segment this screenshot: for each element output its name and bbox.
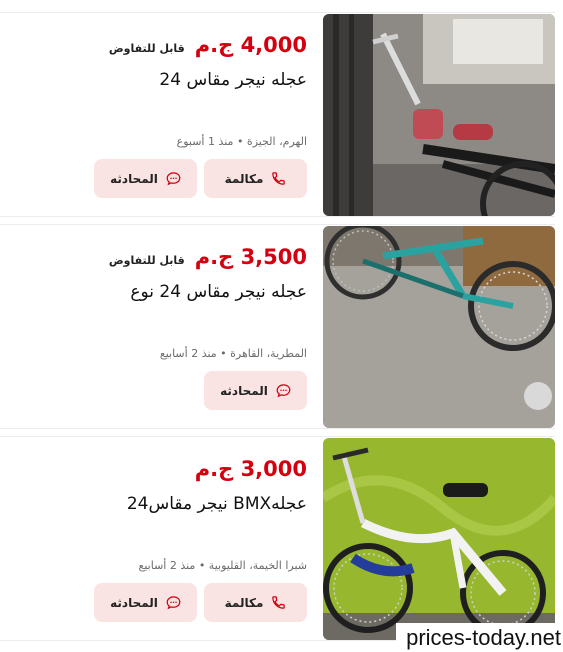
listing-card[interactable]: 3,000 ج.م عجلهBMX نيجر مقاس24 شبرا الخيم… (0, 436, 555, 641)
call-label: مكالمة (224, 171, 264, 186)
price: 4,000 ج.م (194, 33, 307, 57)
price: 3,000 ج.م (194, 457, 307, 481)
negotiable-label: قابل للتفاوض (108, 42, 185, 55)
listing-info: 3,500 ج.م قابل للتفاوض عجله نيجر مقاس 24… (0, 225, 315, 428)
listing-title[interactable]: عجله نيجر مقاس 24 (159, 70, 307, 90)
listing-image[interactable] (323, 14, 555, 216)
call-button[interactable]: مكالمة (204, 583, 307, 622)
call-label: مكالمة (224, 595, 264, 610)
chat-label: المحادثه (110, 595, 158, 610)
listing-card[interactable]: 4,000 ج.م قابل للتفاوض عجله نيجر مقاس 24… (0, 12, 555, 217)
location-time: شبرا الخيمة، القليوبية • منذ 2 أسابيع (138, 559, 307, 572)
location-time: الهرم، الجيزة • منذ 1 أسبوع (176, 135, 307, 148)
chat-bubble-icon (166, 595, 181, 610)
listing-card[interactable]: 3,500 ج.م قابل للتفاوض عجله نيجر مقاس 24… (0, 224, 555, 429)
price-row: 3,000 ج.م (195, 457, 307, 481)
listing-info: 3,000 ج.م عجلهBMX نيجر مقاس24 شبرا الخيم… (0, 437, 315, 640)
actions: مكالمة المحادثه (94, 583, 307, 622)
price-row: 4,000 ج.م قابل للتفاوض (109, 33, 307, 57)
listings-list: 4,000 ج.م قابل للتفاوض عجله نيجر مقاس 24… (0, 0, 563, 652)
actions: المحادثه (204, 371, 307, 410)
chat-bubble-icon (166, 171, 181, 186)
chat-label: المحادثه (110, 171, 158, 186)
price-row: 3,500 ج.م قابل للتفاوض (109, 245, 307, 269)
chat-label: المحادثه (220, 383, 268, 398)
actions: مكالمة المحادثه (94, 159, 307, 198)
negotiable-label: قابل للتفاوض (108, 254, 185, 267)
price: 3,500 ج.م (194, 245, 307, 269)
listing-image[interactable] (323, 438, 555, 640)
watermark: prices-today.net (396, 623, 563, 652)
chat-bubble-icon (276, 383, 291, 398)
listing-title[interactable]: عجله نيجر مقاس 24 نوع (130, 282, 307, 302)
call-button[interactable]: مكالمة (204, 159, 307, 198)
listing-info: 4,000 ج.م قابل للتفاوض عجله نيجر مقاس 24… (0, 13, 315, 216)
phone-icon (271, 171, 286, 186)
phone-icon (271, 595, 286, 610)
chat-button[interactable]: المحادثه (94, 159, 197, 198)
location-time: المطرية، القاهرة • منذ 2 أسابيع (159, 347, 307, 360)
chat-button[interactable]: المحادثه (204, 371, 307, 410)
listing-image[interactable] (323, 226, 555, 428)
chat-button[interactable]: المحادثه (94, 583, 197, 622)
listing-title[interactable]: عجلهBMX نيجر مقاس24 (127, 494, 307, 514)
